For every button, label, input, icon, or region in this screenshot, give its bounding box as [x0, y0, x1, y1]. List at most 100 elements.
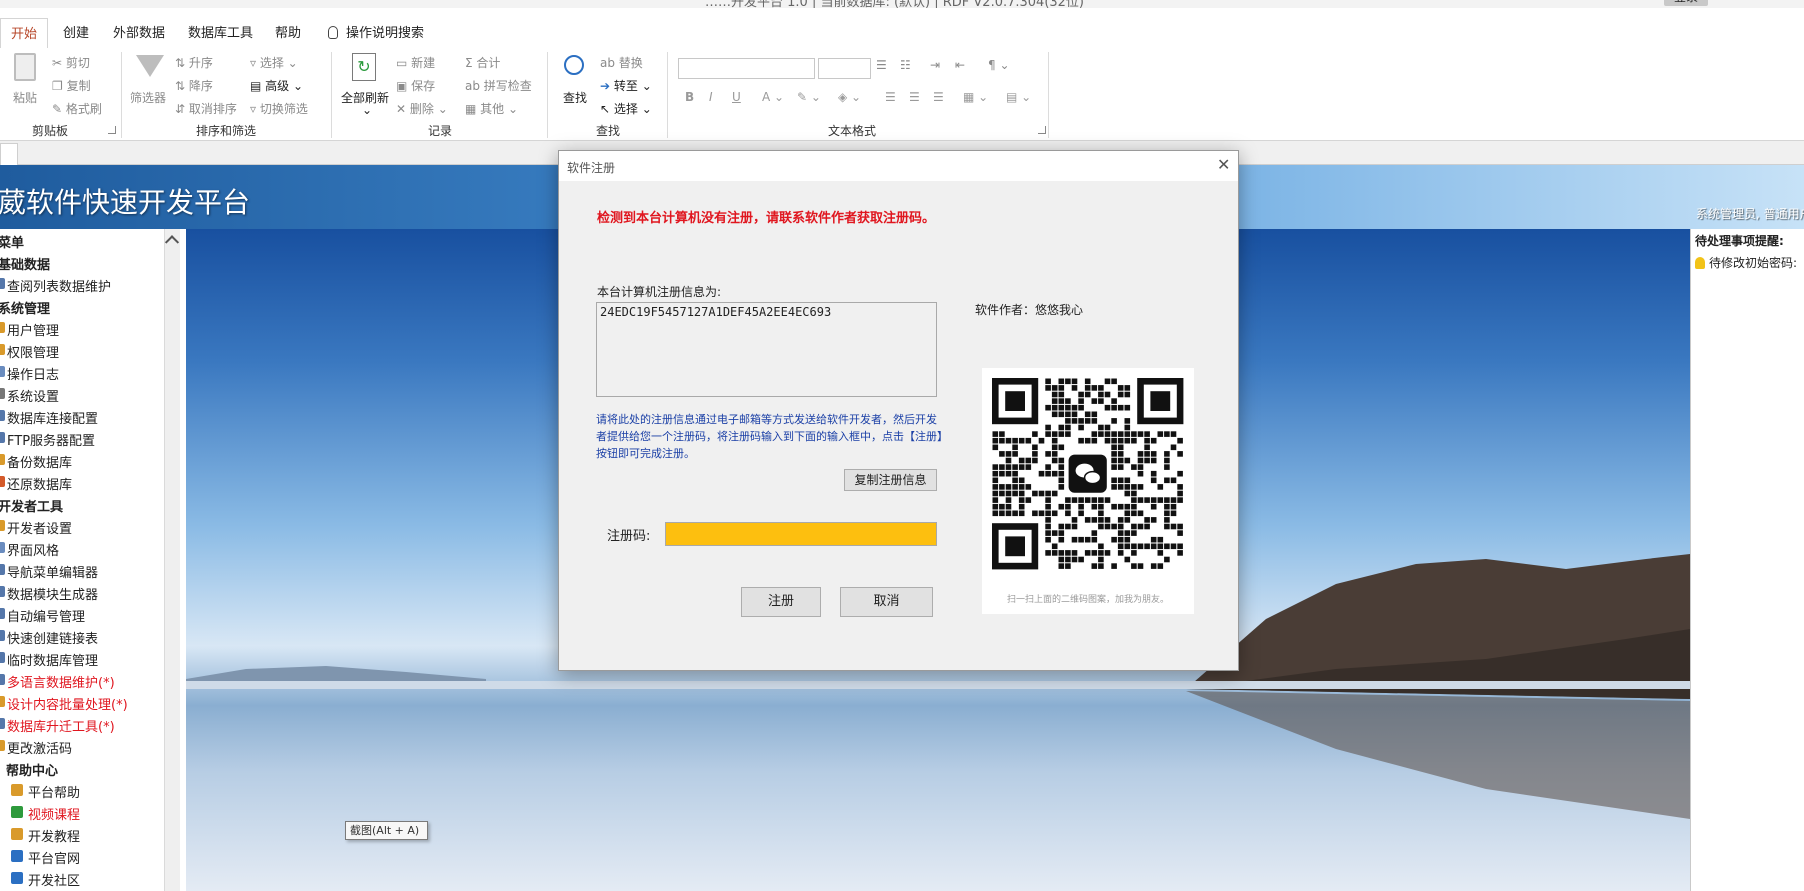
align-left-icon[interactable]: ☰ [885, 90, 896, 104]
tab-external-data[interactable]: 外部数据 [113, 22, 165, 41]
copy-button[interactable]: ❐ 复制 [52, 77, 91, 94]
indent-icon[interactable]: ⇥ [930, 58, 940, 72]
sidebar-item[interactable]: 平台官网 [0, 845, 165, 867]
sidebar-scrollbar[interactable] [164, 229, 180, 891]
sidebar-item[interactable]: 还原数据库 [0, 471, 165, 493]
find-button[interactable]: 查找 [558, 53, 594, 113]
reminder-item[interactable]: 待修改初始密码: [1695, 254, 1797, 271]
italic-button[interactable]: I [709, 90, 713, 104]
close-icon[interactable]: ✕ [1217, 155, 1230, 174]
register-button[interactable]: 注册 [741, 587, 821, 617]
login-button[interactable]: 登录 [1664, 0, 1708, 6]
sidebar-item[interactable]: 用户管理 [0, 317, 165, 339]
selection-button[interactable]: ▿ 选择 ⌄ [250, 54, 298, 71]
sidebar-item[interactable]: 备份数据库 [0, 449, 165, 471]
fill-color-icon[interactable]: ◈ ⌄ [838, 90, 861, 104]
sidebar-section-header[interactable]: 系统管理 [0, 295, 165, 317]
alternate-row-color-icon[interactable]: ▤ ⌄ [1006, 90, 1031, 104]
refresh-all-button[interactable]: ↻ 全部刷新 ⌄ [340, 53, 392, 117]
sidebar-item[interactable]: 自动编号管理 [0, 603, 165, 625]
reminder-panel: 待处理事项提醒: 待修改初始密码: [1690, 229, 1804, 891]
replace-button[interactable]: ab 替换 [600, 54, 643, 71]
filter-label: 筛选器 [130, 91, 167, 105]
font-name-select[interactable] [678, 58, 815, 79]
sidebar-item[interactable]: 查阅列表数据维护 [0, 273, 165, 295]
sidebar-item[interactable]: 平台帮助 [0, 779, 165, 801]
delete-icon: ✕ [396, 102, 410, 116]
paragraph-direction-icon[interactable]: ¶ ⌄ [988, 58, 1010, 72]
spelling-button[interactable]: ab 拼写检查 [465, 77, 532, 94]
sidebar-item[interactable]: 多语言数据维护(*) [0, 669, 165, 691]
sidebar-item[interactable]: 导航菜单编辑器 [0, 559, 165, 581]
copy-registration-info-button[interactable]: 复制注册信息 [844, 469, 937, 491]
qr-code-image [992, 378, 1184, 570]
totals-button[interactable]: Σ 合计 [465, 54, 500, 71]
gridlines-icon[interactable]: ▦ ⌄ [963, 90, 988, 104]
sidebar-item[interactable]: 更改激活码 [0, 735, 165, 757]
new-record-button[interactable]: ▭ 新建 [396, 54, 435, 71]
sidebar-item[interactable]: 设计内容批量处理(*) [0, 691, 165, 713]
outdent-icon[interactable]: ⇤ [955, 58, 965, 72]
clear-sort-button[interactable]: ⇵ 取消排序 [175, 100, 237, 117]
document-tab[interactable] [0, 143, 18, 165]
font-color-button[interactable]: A ⌄ [762, 90, 784, 104]
sidebar-item[interactable]: 开发教程 [0, 823, 165, 845]
tab-home[interactable]: 开始 [0, 18, 49, 48]
sidebar-item-label: 基础数据 [0, 258, 51, 273]
registration-dialog: 软件注册 ✕ 检测到本台计算机没有注册，请联系软件作者获取注册码。 本台计算机注… [558, 150, 1239, 671]
scroll-up-icon[interactable] [164, 235, 180, 250]
lightbulb-icon [1695, 257, 1705, 269]
sidebar-item[interactable]: 界面风格 [0, 537, 165, 559]
cut-button[interactable]: ✂ 剪切 [52, 54, 90, 71]
advanced-button[interactable]: ▤ 高级 ⌄ [250, 77, 303, 94]
more-button[interactable]: ▦ 其他 ⌄ [465, 100, 518, 117]
sidebar-item[interactable]: 视频课程 [0, 801, 165, 823]
sidebar-section-header[interactable]: 基础数据 [0, 251, 165, 273]
sort-ascending-button[interactable]: ⇅ 升序 [175, 54, 213, 71]
sidebar-item[interactable]: 数据库升迁工具(*) [0, 713, 165, 735]
font-size-select[interactable] [818, 58, 871, 79]
tab-database-tools[interactable]: 数据库工具 [188, 22, 253, 41]
sidebar-section-header[interactable]: 菜单 [0, 229, 165, 251]
tell-me-search[interactable]: 操作说明搜索 [328, 22, 424, 41]
highlight-icon[interactable]: ✎ ⌄ [797, 90, 821, 104]
toggle-filter-button[interactable]: ▿ 切换筛选 [250, 100, 308, 117]
tab-create[interactable]: 创建 [63, 22, 89, 41]
dialog-launcher-icon[interactable] [108, 126, 116, 134]
cancel-button[interactable]: 取消 [840, 587, 933, 617]
funnel-icon [136, 55, 164, 77]
tab-help[interactable]: 帮助 [275, 22, 301, 41]
sidebar-item[interactable]: FTP服务器配置 [0, 427, 165, 449]
align-center-icon[interactable]: ☰ [909, 90, 920, 104]
goto-button[interactable]: ➔ 转至 ⌄ [600, 77, 652, 94]
sidebar-item[interactable]: 快速创建链接表 [0, 625, 165, 647]
sort-descending-button[interactable]: ⇅ 降序 [175, 77, 213, 94]
format-painter-button[interactable]: ✎ 格式刷 [52, 100, 102, 117]
align-right-icon[interactable]: ☰ [933, 90, 944, 104]
sidebar-item[interactable]: 临时数据库管理 [0, 647, 165, 669]
bullet-list-icon[interactable]: ☰ [876, 58, 887, 72]
sidebar-item[interactable]: 操作日志 [0, 361, 165, 383]
machine-code-field[interactable]: 24EDC19F5457127A1DEF45A2EE4EC693 [596, 302, 937, 397]
number-list-icon[interactable]: ☷ [900, 58, 911, 72]
registration-code-input[interactable] [665, 522, 937, 546]
sidebar-section-header[interactable]: 帮助中心 [0, 757, 165, 779]
select-button[interactable]: ↖ 选择 ⌄ [600, 100, 652, 117]
sidebar-item[interactable]: 开发者设置 [0, 515, 165, 537]
sidebar-section-header[interactable]: 开发者工具 [0, 493, 165, 515]
underline-button[interactable]: U [732, 90, 741, 104]
sidebar-item[interactable]: 开发社区 [0, 867, 165, 889]
sidebar-item[interactable]: 权限管理 [0, 339, 165, 361]
sidebar-item[interactable]: 数据模块生成器 [0, 581, 165, 603]
bold-button[interactable]: B [685, 90, 694, 104]
sidebar-item[interactable]: 数据库连接配置 [0, 405, 165, 427]
save-record-button[interactable]: ▣ 保存 [396, 77, 435, 94]
user-info: 系统管理员, 普通用户 [1696, 207, 1804, 221]
sidebar-item[interactable]: 系统设置 [0, 383, 165, 405]
scissors-icon: ✂ [52, 56, 66, 70]
dialog-launcher-icon[interactable] [1038, 126, 1046, 134]
delete-record-button[interactable]: ✕ 删除 ⌄ [396, 100, 448, 117]
filter-button[interactable]: 筛选器 [130, 53, 170, 113]
paste-button[interactable]: 粘贴 [10, 53, 42, 113]
tab-database-tools-label: 数据库工具 [188, 26, 254, 41]
